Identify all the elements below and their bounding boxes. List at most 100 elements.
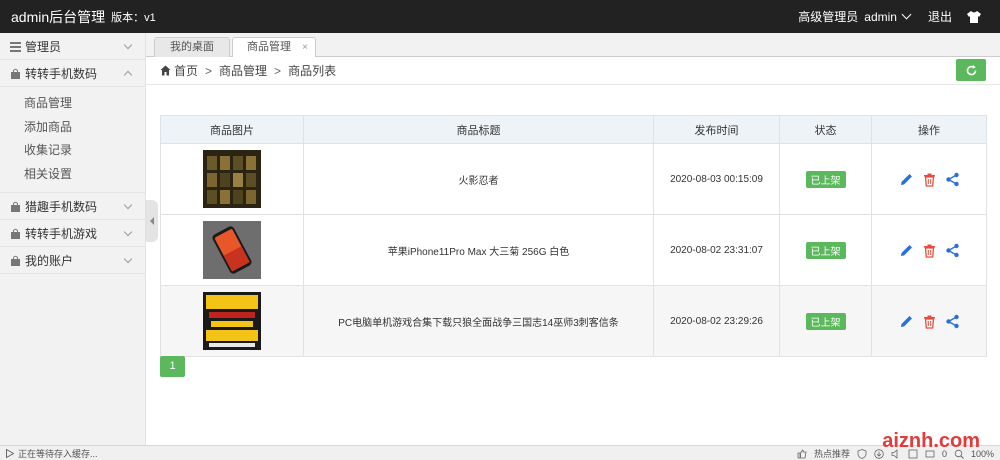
home-icon: [160, 65, 171, 76]
table-header-row: 商品图片 商品标题 发布时间 状态 操作: [160, 115, 987, 144]
publish-time: 2020-08-03 00:15:09: [653, 143, 780, 215]
actions-cell: [871, 143, 987, 215]
sidebar-collapse-handle[interactable]: [146, 200, 158, 242]
sidebar-item-zhuanzhuan-games[interactable]: 转转手机游戏: [0, 220, 145, 247]
edit-icon[interactable]: [899, 172, 914, 187]
breadcrumb: 首页 > 商品管理 > 商品列表: [146, 57, 1000, 85]
tab-label: 商品管理: [247, 41, 291, 53]
tshirt-icon[interactable]: [966, 9, 982, 25]
delete-icon[interactable]: [922, 172, 937, 187]
chevron-up-icon: [123, 70, 133, 80]
submenu-item-settings[interactable]: 相关设置: [0, 163, 145, 187]
chevron-left-icon: [150, 217, 154, 225]
bag-icon: [11, 68, 20, 79]
sidebar-item-label: 转转手机游戏: [25, 226, 98, 241]
sidebar-item-label: 我的账户: [25, 253, 74, 268]
sidebar-item-zhuanzhuan-digital[interactable]: 转转手机数码: [0, 60, 145, 87]
product-thumbnail[interactable]: [203, 221, 261, 279]
column-header-title: 商品标题: [303, 115, 654, 144]
column-header-actions: 操作: [871, 115, 987, 144]
publish-time: 2020-08-02 23:29:26: [653, 285, 780, 357]
browser-status-bar: 正在等待存入缓存... 热点推荐 0 100%: [0, 445, 1000, 460]
status-text: 正在等待存入缓存...: [18, 448, 98, 459]
product-title: PC电脑单机游戏合集下载只狼全面战争三国志14巫师3刺客信条: [303, 285, 654, 357]
product-thumbnail[interactable]: [203, 150, 261, 208]
submenu: 商品管理 添加商品 收集记录 相关设置: [0, 87, 145, 193]
app-version: 版本：v1: [111, 11, 156, 24]
delete-icon[interactable]: [922, 243, 937, 258]
tab-bar: 我的桌面 商品管理 ×: [146, 33, 1000, 58]
edit-icon[interactable]: [899, 243, 914, 258]
breadcrumb-product-manage[interactable]: 商品管理: [219, 62, 267, 79]
product-image-cell: [160, 285, 304, 357]
chevron-down-icon: [123, 200, 133, 210]
sidebar-item-my-account[interactable]: 我的账户: [0, 247, 145, 274]
status-cell: 已上架: [779, 143, 872, 215]
chevron-down-icon: [901, 9, 912, 20]
submenu-item-product-manage[interactable]: 商品管理: [0, 92, 145, 116]
chevron-down-icon: [123, 254, 133, 264]
actions-cell: [871, 285, 987, 357]
refresh-icon: [966, 64, 976, 75]
header-user-area: 高级管理员 admin 退出: [798, 0, 1000, 33]
column-header-time: 发布时间: [653, 115, 780, 144]
table-row: 火影忍者 2020-08-03 00:15:09 已上架: [160, 143, 987, 215]
logout-link[interactable]: 退出: [928, 8, 952, 25]
bag-icon: [11, 201, 20, 212]
product-title: 苹果iPhone11Pro Max 大三菊 256G 白色: [303, 214, 654, 286]
tab-label: 我的桌面: [170, 41, 214, 53]
product-image-cell: [160, 143, 304, 215]
sidebar-item-label: 管理员: [25, 39, 62, 54]
column-header-image: 商品图片: [160, 115, 304, 144]
status-badge: 已上架: [805, 170, 846, 188]
breadcrumb-separator: >: [274, 63, 282, 78]
product-title: 火影忍者: [303, 143, 654, 215]
status-badge: 已上架: [805, 312, 846, 330]
bag-icon: [11, 228, 20, 239]
refresh-button[interactable]: [956, 59, 986, 81]
chevron-down-icon: [123, 40, 133, 50]
close-icon[interactable]: ×: [302, 38, 308, 57]
top-header: admin后台管理 版本：v1 高级管理员 admin 退出: [0, 0, 1000, 33]
status-cell: 已上架: [779, 214, 872, 286]
thumbs-up-icon[interactable]: [797, 449, 807, 459]
actions-cell: [871, 214, 987, 286]
table-row: PC电脑单机游戏合集下载只狼全面战争三国志14巫师3刺客信条 2020-08-0…: [160, 285, 987, 357]
list-icon: [10, 41, 21, 52]
product-thumbnail[interactable]: [203, 292, 261, 350]
breadcrumb-separator: >: [205, 63, 213, 78]
share-icon[interactable]: [945, 243, 960, 258]
breadcrumb-home[interactable]: 首页: [174, 62, 198, 79]
tab-product-manage[interactable]: 商品管理 ×: [232, 37, 316, 58]
share-icon[interactable]: [945, 314, 960, 329]
username: admin: [864, 9, 897, 24]
publish-time: 2020-08-02 23:31:07: [653, 214, 780, 286]
column-header-status: 状态: [779, 115, 872, 144]
edit-icon[interactable]: [899, 314, 914, 329]
watermark-text: aiznh.com: [882, 430, 980, 452]
breadcrumb-product-list: 商品列表: [288, 64, 337, 78]
app-title: admin后台管理: [11, 8, 106, 25]
sidebar-item-admin[interactable]: 管理员: [0, 33, 145, 60]
status-cell: 已上架: [779, 285, 872, 357]
product-image-cell: [160, 214, 304, 286]
play-icon[interactable]: [6, 448, 14, 458]
delete-icon[interactable]: [922, 314, 937, 329]
product-table: 商品图片 商品标题 发布时间 状态 操作 火影忍者 2020-08-03 00:…: [160, 115, 987, 357]
submenu-item-add-product[interactable]: 添加商品: [0, 116, 145, 140]
sidebar-item-liequ-digital[interactable]: 猎趣手机数码: [0, 193, 145, 220]
status-badge: 已上架: [805, 241, 846, 259]
share-icon[interactable]: [945, 172, 960, 187]
hot-recommend-link[interactable]: 热点推荐: [814, 447, 850, 460]
sidebar-item-label: 猎趣手机数码: [25, 199, 98, 214]
user-menu[interactable]: admin: [864, 9, 912, 24]
sidebar: 管理员 转转手机数码 商品管理 添加商品 收集记录 相关设置 猎趣手机数码 转转…: [0, 33, 146, 445]
shield-icon[interactable]: [857, 448, 867, 459]
chevron-down-icon: [123, 227, 133, 237]
submenu-item-collect-log[interactable]: 收集记录: [0, 139, 145, 163]
pagination-page-1[interactable]: 1: [160, 356, 185, 377]
table-row: 苹果iPhone11Pro Max 大三菊 256G 白色 2020-08-02…: [160, 214, 987, 286]
user-role: 高级管理员: [798, 10, 859, 24]
tab-my-desktop[interactable]: 我的桌面: [154, 37, 230, 57]
bag-icon: [11, 255, 20, 266]
